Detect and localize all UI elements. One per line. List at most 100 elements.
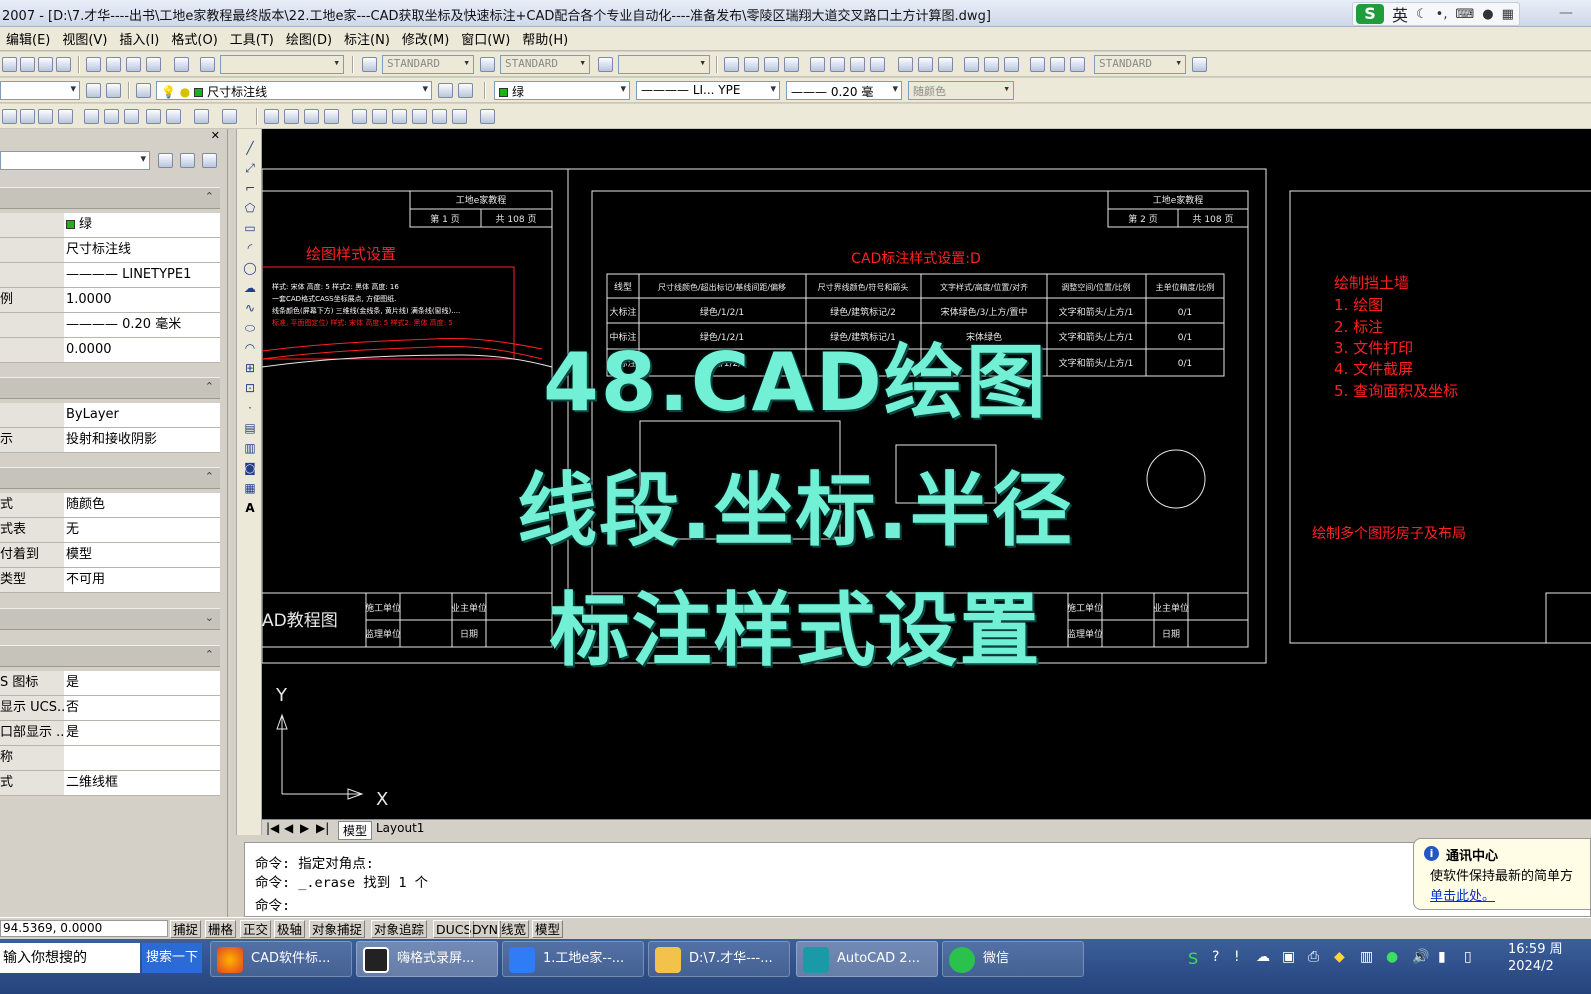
- table-style-icon[interactable]: [598, 57, 613, 72]
- menu-dimension[interactable]: 标注(N): [338, 29, 396, 48]
- jogged-dim-icon[interactable]: [830, 57, 845, 72]
- network-tray-icon[interactable]: ▥: [1360, 949, 1373, 965]
- redo-icon[interactable]: [222, 109, 237, 124]
- prop-row[interactable]: ———— LINETYPE1: [0, 263, 220, 288]
- wechat-tray-icon[interactable]: ●: [1386, 949, 1398, 965]
- status-ortho[interactable]: 正交: [240, 920, 272, 938]
- circle-icon[interactable]: ◯: [243, 261, 257, 275]
- prop-row[interactable]: 显示 UCS... 否: [0, 696, 220, 721]
- prop-row[interactable]: S 图标是: [0, 671, 220, 696]
- text-style-icon[interactable]: [362, 57, 377, 72]
- region-icon[interactable]: ◙: [243, 461, 257, 475]
- new-icon[interactable]: [2, 109, 17, 124]
- cut-icon[interactable]: [84, 109, 99, 124]
- prop-row[interactable]: 尺寸标注线: [0, 238, 220, 263]
- calculator-icon[interactable]: [452, 109, 467, 124]
- notification-tray-icon[interactable]: !: [1234, 949, 1240, 965]
- radius-dim-icon[interactable]: [810, 57, 825, 72]
- dim-update-icon[interactable]: [1070, 57, 1085, 72]
- markup-icon[interactable]: [432, 109, 447, 124]
- security-tray-icon[interactable]: ◆: [1334, 949, 1345, 965]
- view-combo[interactable]: [220, 55, 344, 74]
- construction-line-icon[interactable]: ⤢: [243, 161, 257, 175]
- insert-block-icon[interactable]: ⊞: [243, 361, 257, 375]
- menu-draw[interactable]: 绘图(D): [280, 29, 338, 48]
- status-osnap[interactable]: 对象捕捉: [309, 920, 366, 938]
- angular-dim-icon[interactable]: [870, 57, 885, 72]
- workspace-combo[interactable]: [0, 81, 80, 100]
- lineweight-combo[interactable]: ——— 0.20 毫: [786, 81, 902, 100]
- baseline-dim-icon[interactable]: [918, 57, 933, 72]
- zoom-previous-icon[interactable]: [324, 109, 339, 124]
- shade-icon[interactable]: [106, 57, 121, 72]
- toggle-pickadd-icon[interactable]: [158, 153, 173, 168]
- command-window[interactable]: 命令: 指定对角点: 命令: _.erase 找到 1 个 命令:: [244, 842, 1591, 917]
- pan-icon[interactable]: [264, 109, 279, 124]
- help-icon[interactable]: [480, 109, 495, 124]
- zoom-realtime-icon[interactable]: [284, 109, 299, 124]
- grid-icon[interactable]: ▦: [1502, 7, 1514, 22]
- status-otrack[interactable]: 对象追踪: [371, 920, 428, 938]
- cloud-tray-icon[interactable]: ☁: [1256, 949, 1270, 965]
- prop-row[interactable]: 式随颜色: [0, 493, 220, 518]
- sogou-ime-icon[interactable]: S: [1356, 4, 1384, 24]
- copy-icon[interactable]: [104, 109, 119, 124]
- task-autocad[interactable]: AutoCAD 2...: [796, 941, 938, 977]
- design-center-icon[interactable]: [372, 109, 387, 124]
- revision-cloud-icon[interactable]: ☁: [243, 281, 257, 295]
- section-3d[interactable]: ⌃: [0, 377, 220, 399]
- dim-style-combo-2[interactable]: STANDARD: [1094, 55, 1186, 74]
- camera-tray-icon[interactable]: ▣: [1282, 949, 1295, 965]
- layer-state-icon[interactable]: [106, 83, 121, 98]
- ordinate-dim-icon[interactable]: [784, 57, 799, 72]
- tab-last-icon[interactable]: ▶|: [316, 821, 329, 835]
- chevron-up-icon[interactable]: ⌃: [205, 380, 214, 393]
- taskbar-search-button[interactable]: 搜索一下: [142, 943, 202, 973]
- plotstyle-combo[interactable]: 随颜色: [908, 81, 1014, 100]
- help-tray-icon[interactable]: ?: [1212, 949, 1219, 965]
- section-view[interactable]: ⌄: [0, 608, 220, 630]
- diameter-dim-icon[interactable]: [850, 57, 865, 72]
- tab-first-icon[interactable]: |◀: [266, 821, 279, 835]
- color-combo[interactable]: 绿: [494, 81, 630, 100]
- prop-row[interactable]: 0.0000: [0, 338, 220, 363]
- user-icon[interactable]: ●: [1482, 7, 1493, 22]
- text-style-combo[interactable]: STANDARD: [382, 55, 474, 74]
- task-wechat[interactable]: 微信: [942, 941, 1084, 977]
- dim-style-combo[interactable]: STANDARD: [500, 55, 590, 74]
- layer-previous-icon[interactable]: [458, 83, 473, 98]
- prop-row[interactable]: ByLayer: [0, 403, 220, 428]
- mtext-icon[interactable]: A: [243, 501, 257, 515]
- communication-center-balloon[interactable]: i 通讯中心 使软件保持最新的简单方 单击此处。: [1413, 838, 1591, 910]
- chevron-up-icon[interactable]: ⌃: [205, 470, 214, 483]
- open-icon[interactable]: [20, 109, 35, 124]
- cylinder-icon[interactable]: [38, 57, 53, 72]
- taskbar-search-input[interactable]: 输入你想搜的: [0, 943, 140, 973]
- volume-icon[interactable]: 🔊: [1412, 949, 1429, 965]
- 3d-orbit-icon[interactable]: [2, 57, 17, 72]
- point-icon[interactable]: ·: [243, 401, 257, 415]
- table-icon[interactable]: ▦: [243, 481, 257, 495]
- dim-text-edit-icon[interactable]: [1050, 57, 1065, 72]
- ucs-icon[interactable]: [200, 57, 215, 72]
- drawing-canvas[interactable]: 工地e家教程 第 1 页 共 108 页 工地e家教程 第 2 页 共 108 …: [262, 129, 1591, 819]
- gradient-icon[interactable]: ▥: [243, 441, 257, 455]
- dim-style-manager-icon[interactable]: [1192, 57, 1207, 72]
- spline-icon[interactable]: ∿: [243, 301, 257, 315]
- prop-row[interactable]: 式二维线框: [0, 771, 220, 796]
- prop-row[interactable]: 绿: [0, 213, 220, 238]
- hatch-icon[interactable]: ▤: [243, 421, 257, 435]
- status-dyn[interactable]: DYN: [469, 920, 501, 938]
- wedge-icon[interactable]: [56, 57, 71, 72]
- prop-row[interactable]: 式表无: [0, 518, 220, 543]
- camera-icon[interactable]: [174, 57, 189, 72]
- section-plot[interactable]: ⌃: [0, 467, 220, 489]
- select-objects-icon[interactable]: [180, 153, 195, 168]
- ime-mode-label[interactable]: 英: [1392, 2, 1408, 26]
- aligned-dim-icon[interactable]: [744, 57, 759, 72]
- menu-help[interactable]: 帮助(H): [516, 29, 574, 48]
- arc-icon[interactable]: ◜: [243, 241, 257, 255]
- prop-row[interactable]: 示投射和接收阴影: [0, 428, 220, 453]
- linetype-combo[interactable]: ———— LI... YPE: [636, 81, 780, 100]
- command-prompt[interactable]: 命令:: [255, 894, 290, 914]
